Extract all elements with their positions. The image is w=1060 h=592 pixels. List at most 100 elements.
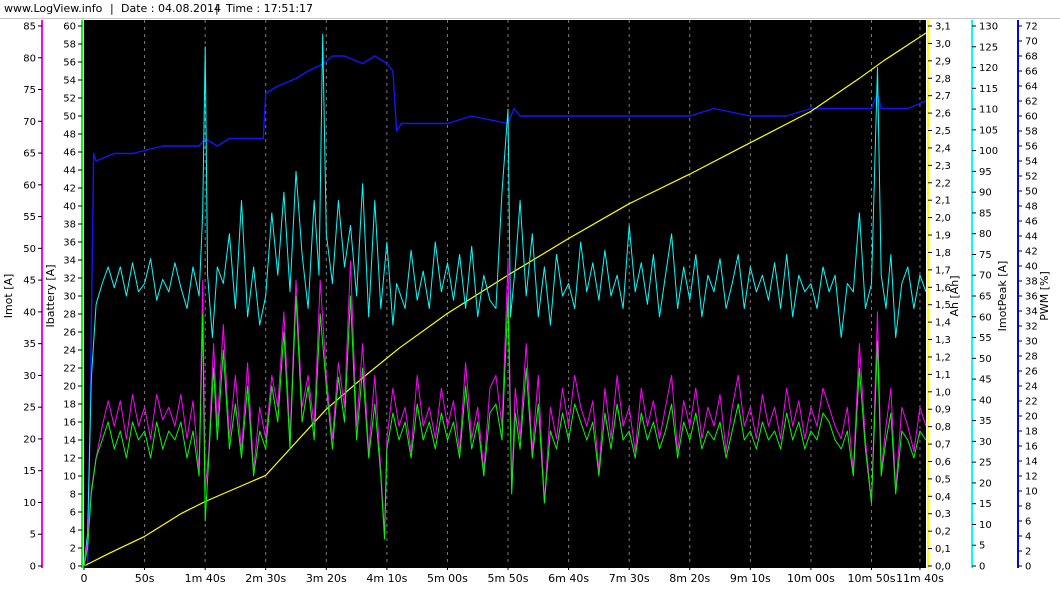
ibat-tick-label: 44 xyxy=(63,166,76,177)
ibat-tick-label: 60 xyxy=(63,22,76,33)
pwm-tick-label: 44 xyxy=(1025,232,1038,243)
ah-tick-label: 3,1 xyxy=(935,22,951,33)
peak-tick-label: 50 xyxy=(979,354,992,365)
ibat-tick-label: 12 xyxy=(63,454,76,465)
ibat-tick-label: 20 xyxy=(63,382,76,393)
ibat-tick-label: 0 xyxy=(70,562,76,573)
pwm-tick-label: 4 xyxy=(1025,532,1031,543)
imot-tick-label: 60 xyxy=(23,180,36,191)
imot-tick-label: 45 xyxy=(23,276,36,287)
peak-tick-label: 60 xyxy=(979,312,992,323)
ah-tick-label: 1,8 xyxy=(935,248,951,259)
pwm-tick-label: 68 xyxy=(1025,52,1038,63)
pwm-tick-label: 42 xyxy=(1025,247,1038,258)
ibat-tick-label: 18 xyxy=(63,400,76,411)
pwm-tick-label: 0 xyxy=(1025,562,1031,573)
ibat-tick-label: 56 xyxy=(63,58,76,69)
imot-tick-label: 25 xyxy=(23,403,36,414)
peak-tick-label: 75 xyxy=(979,250,992,261)
ah-tick-label: 0,6 xyxy=(935,457,951,468)
imot-tick-label: 80 xyxy=(23,53,36,64)
ibat-tick-label: 50 xyxy=(63,112,76,123)
ibat-tick-label: 36 xyxy=(63,238,76,249)
ah-tick-label: 1,9 xyxy=(935,231,951,242)
pwm-tick-label: 70 xyxy=(1025,37,1038,48)
ibat-axis-title: Ibattery [A] xyxy=(44,265,57,328)
ah-tick-label: 2,5 xyxy=(935,126,951,137)
x-tick-label: 7m 30s xyxy=(609,572,650,585)
site-label[interactable]: www.LogView.info xyxy=(4,2,102,15)
ibat-tick-label: 10 xyxy=(63,472,76,483)
date-label: Date : 04.08.2014 xyxy=(121,2,221,15)
ibat-tick-label: 14 xyxy=(63,436,76,447)
pwm-tick-label: 50 xyxy=(1025,187,1038,198)
header-separator: | xyxy=(215,2,219,15)
pwm-tick-label: 2 xyxy=(1025,547,1031,558)
peak-tick-label: 65 xyxy=(979,292,992,303)
peak-tick-label: 0 xyxy=(979,562,985,573)
pwm-tick-label: 38 xyxy=(1025,277,1038,288)
ah-tick-label: 0,8 xyxy=(935,422,951,433)
ah-tick-label: 0,2 xyxy=(935,527,951,538)
pwm-tick-label: 28 xyxy=(1025,352,1038,363)
imot-tick-label: 35 xyxy=(23,339,36,350)
pwm-tick-label: 6 xyxy=(1025,517,1031,528)
peak-tick-label: 40 xyxy=(979,395,992,406)
peak-tick-label: 15 xyxy=(979,499,992,510)
imot-tick-label: 40 xyxy=(23,307,36,318)
imot-tick-label: 30 xyxy=(23,371,36,382)
pwm-tick-label: 26 xyxy=(1025,367,1038,378)
ah-axis-title: Ah [Ah] xyxy=(948,275,961,316)
peak-tick-label: 45 xyxy=(979,375,992,386)
ah-tick-label: 2,0 xyxy=(935,213,951,224)
pwm-tick-label: 30 xyxy=(1025,337,1038,348)
pwm-tick-label: 40 xyxy=(1025,262,1038,273)
ah-tick-label: 1,0 xyxy=(935,387,951,398)
ibat-tick-label: 16 xyxy=(63,418,76,429)
ah-tick-label: 0,1 xyxy=(935,544,951,555)
x-tick-label: 3m 20s xyxy=(306,572,347,585)
pwm-tick-label: 36 xyxy=(1025,292,1038,303)
pwm-tick-label: 18 xyxy=(1025,427,1038,438)
ah-tick-label: 0,3 xyxy=(935,509,951,520)
peak-tick-label: 105 xyxy=(979,125,998,136)
ah-tick-label: 1,3 xyxy=(935,335,951,346)
imot-axis-title: Imot [A] xyxy=(2,274,15,319)
ah-tick-label: 0,5 xyxy=(935,474,951,485)
ah-tick-label: 0,7 xyxy=(935,440,951,451)
ibat-tick-label: 40 xyxy=(63,202,76,213)
ah-tick-label: 0,9 xyxy=(935,405,951,416)
imot-tick-label: 55 xyxy=(23,212,36,223)
x-tick-label: 11m 40s xyxy=(896,572,944,585)
x-tick-label: 1m 40s xyxy=(185,572,226,585)
pwm-tick-label: 52 xyxy=(1025,172,1038,183)
peak-tick-label: 25 xyxy=(979,458,992,469)
ah-tick-label: 2,6 xyxy=(935,109,951,120)
peak-tick-label: 120 xyxy=(979,63,998,74)
imot-tick-label: 50 xyxy=(23,244,36,255)
peak-tick-label: 80 xyxy=(979,229,992,240)
ibat-tick-label: 8 xyxy=(70,490,76,501)
peak-tick-label: 35 xyxy=(979,416,992,427)
ah-tick-label: 0,4 xyxy=(935,492,951,503)
ibat-tick-label: 58 xyxy=(63,40,76,51)
imot-tick-label: 10 xyxy=(23,498,36,509)
pwm-tick-label: 48 xyxy=(1025,202,1038,213)
ah-tick-label: 2,2 xyxy=(935,178,951,189)
ah-tick-label: 1,7 xyxy=(935,265,951,276)
ah-tick-label: 2,7 xyxy=(935,91,951,102)
pwm-tick-label: 34 xyxy=(1025,307,1038,318)
ibat-tick-label: 32 xyxy=(63,274,76,285)
ah-tick-label: 1,2 xyxy=(935,352,951,363)
pwm-tick-label: 8 xyxy=(1025,502,1031,513)
pwm-tick-label: 60 xyxy=(1025,112,1038,123)
x-tick-label: 8m 20s xyxy=(669,572,710,585)
ibat-tick-label: 2 xyxy=(70,544,76,555)
imot-tick-label: 20 xyxy=(23,434,36,445)
pwm-tick-label: 22 xyxy=(1025,397,1038,408)
peak-tick-label: 55 xyxy=(979,333,992,344)
pwm-tick-label: 64 xyxy=(1025,82,1038,93)
peak-tick-label: 90 xyxy=(979,188,992,199)
x-tick-label: 6m 40s xyxy=(548,572,589,585)
x-tick-label: 10m 50s xyxy=(848,572,896,585)
